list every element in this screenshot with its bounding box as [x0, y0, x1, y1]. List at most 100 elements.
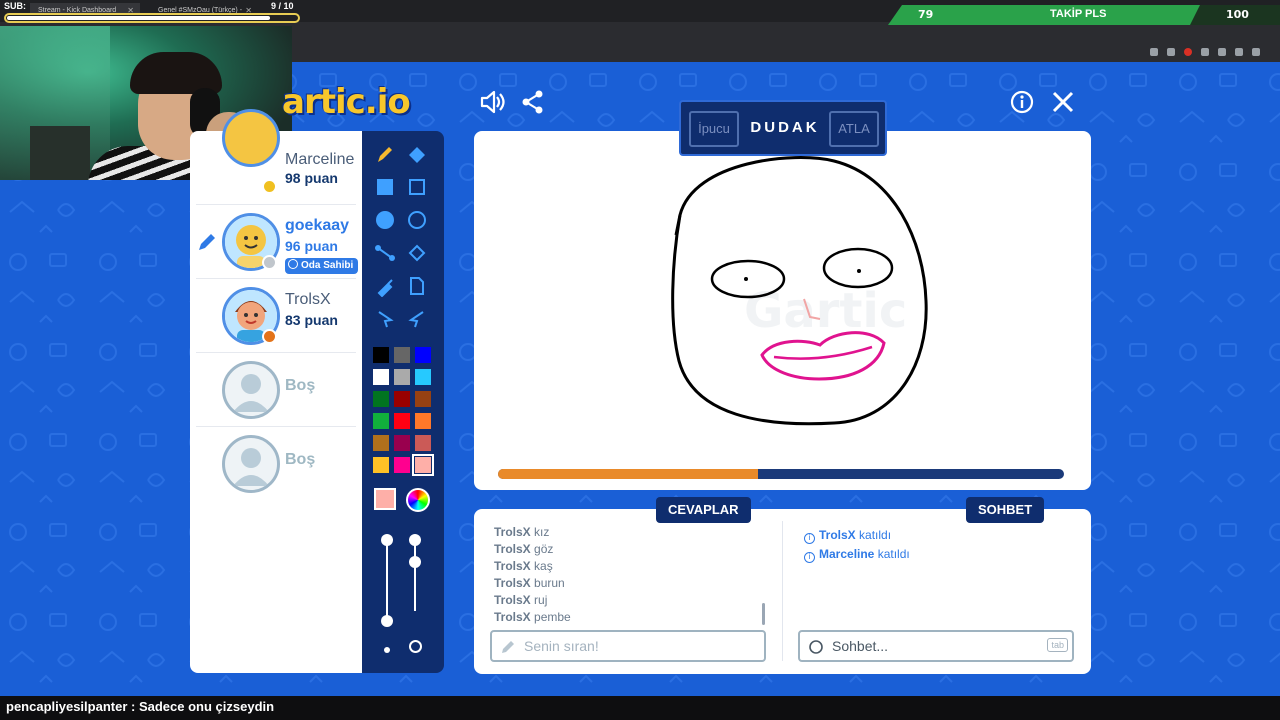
size-slider[interactable] [414, 541, 416, 611]
gartic-logo: artic.io [282, 82, 411, 122]
color-swatch[interactable] [373, 391, 389, 407]
panel-divider [782, 521, 783, 661]
browser-extension-icons [1150, 48, 1260, 56]
chat-bubble-icon [809, 640, 823, 654]
status-dot [262, 179, 277, 194]
color-swatch[interactable] [373, 457, 389, 473]
players-panel: Marceline 98 puan goekaay 96 puan Oda Sa… [190, 109, 362, 673]
redo-icon[interactable] [406, 308, 428, 330]
rect-outline-icon[interactable] [406, 176, 428, 198]
tab-key-hint: tab [1047, 638, 1068, 652]
color-swatch[interactable] [394, 347, 410, 363]
hint-button[interactable]: İpucu [689, 111, 739, 147]
undo-icon[interactable] [374, 308, 396, 330]
tab-chat[interactable]: SOHBET [966, 497, 1045, 523]
slider-top-knob[interactable] [381, 534, 393, 546]
info-icon[interactable] [1008, 88, 1036, 116]
answer-item: TrolsX kız [494, 525, 549, 539]
chat-message: i TrolsX katıldı [804, 528, 891, 544]
color-swatch[interactable] [415, 413, 431, 429]
answer-user: TrolsX [494, 610, 531, 624]
extension-icon[interactable] [1201, 48, 1209, 56]
close-icon[interactable] [1049, 88, 1077, 116]
player-name: goekaay [285, 217, 350, 234]
drawing: Gartic [671, 156, 928, 426]
opacity-slider-knob[interactable] [381, 615, 393, 627]
empty-slot-label: Boş [285, 451, 316, 468]
fill-bucket-icon[interactable] [406, 242, 428, 264]
extension-icon[interactable] [1218, 48, 1226, 56]
chat-text: katıldı [877, 547, 910, 561]
round-timer-bar [498, 469, 1064, 479]
player-row[interactable]: TrolsX 83 puan [190, 279, 362, 353]
color-swatch[interactable] [373, 435, 389, 451]
answer-item: TrolsX göz [494, 542, 553, 556]
extension-icon[interactable] [1184, 48, 1192, 56]
answer-item: TrolsX ruj [494, 593, 547, 607]
color-swatch[interactable] [415, 435, 431, 451]
avatar [222, 109, 280, 167]
timer-fill [498, 469, 759, 479]
answer-text: pembe [534, 610, 571, 624]
stream-chat-bar: pencapliyesilpanter : Sadece onu çizseyd… [0, 696, 1280, 720]
room-owner-badge: Oda Sahibi [285, 258, 359, 274]
color-wheel-icon[interactable] [406, 488, 430, 512]
color-swatch[interactable] [394, 457, 410, 473]
tab-answers[interactable]: CEVAPLAR [656, 497, 751, 523]
drawing-tools-panel [362, 131, 444, 673]
line-icon[interactable] [374, 242, 396, 264]
answer-placeholder: Senin sıran! [524, 638, 599, 654]
share-icon[interactable] [519, 88, 547, 116]
color-swatch[interactable] [373, 413, 389, 429]
answer-user: TrolsX [494, 559, 531, 573]
player-row[interactable]: goekaay 96 puan Oda Sahibi [190, 205, 362, 279]
filled-rect-icon[interactable] [374, 176, 396, 198]
filled-circle-icon[interactable] [374, 209, 396, 231]
color-swatch[interactable] [373, 347, 389, 363]
player-score: 98 puan [285, 170, 338, 186]
player-name: Marceline [285, 151, 355, 168]
color-swatch[interactable] [394, 435, 410, 451]
color-swatch[interactable] [394, 413, 410, 429]
sound-icon[interactable] [478, 88, 506, 116]
large-brush-preview [409, 640, 422, 653]
profile-icon[interactable] [1252, 48, 1260, 56]
chat-username: pencapliyesilpanter [6, 699, 128, 714]
answer-text: kaş [534, 559, 553, 573]
answers-scrollbar[interactable] [762, 603, 765, 625]
sub-goal-bar [4, 13, 300, 23]
status-dot [262, 329, 277, 344]
chat-input[interactable]: Sohbet... tab [798, 630, 1074, 662]
circle-outline-icon[interactable] [406, 209, 428, 231]
answer-item: TrolsX kaş [494, 559, 553, 573]
size-slider-knob[interactable] [409, 556, 421, 568]
color-swatch[interactable] [394, 369, 410, 385]
puzzle-icon[interactable] [1235, 48, 1243, 56]
opacity-slider[interactable] [386, 541, 388, 621]
color-swatch[interactable] [412, 454, 434, 476]
badge-label: Oda Sahibi [301, 260, 354, 271]
skip-button[interactable]: ATLA [829, 111, 879, 147]
owner-icon [288, 259, 298, 269]
chat-user: TrolsX [819, 528, 856, 542]
new-page-icon[interactable] [406, 275, 428, 297]
player-row[interactable]: Marceline 98 puan [190, 109, 362, 205]
empty-avatar [222, 361, 280, 419]
star-icon[interactable] [1167, 48, 1175, 56]
slider-top-knob[interactable] [409, 534, 421, 546]
color-swatch[interactable] [394, 391, 410, 407]
empty-slot-label: Boş [285, 377, 316, 394]
pencil-icon[interactable] [374, 143, 396, 165]
answer-input[interactable]: Senin sıran! [490, 630, 766, 662]
color-swatch[interactable] [373, 369, 389, 385]
follow-current: 79 [918, 8, 934, 21]
eraser-icon[interactable] [406, 143, 428, 165]
drawing-canvas[interactable]: Gartic [474, 131, 1091, 490]
eyedropper-icon[interactable] [374, 275, 396, 297]
color-swatch[interactable] [415, 369, 431, 385]
answer-user: TrolsX [494, 593, 531, 607]
color-swatch[interactable] [415, 391, 431, 407]
cast-icon[interactable] [1150, 48, 1158, 56]
color-swatch[interactable] [415, 347, 431, 363]
sub-goal-label: SUB: [4, 1, 26, 11]
